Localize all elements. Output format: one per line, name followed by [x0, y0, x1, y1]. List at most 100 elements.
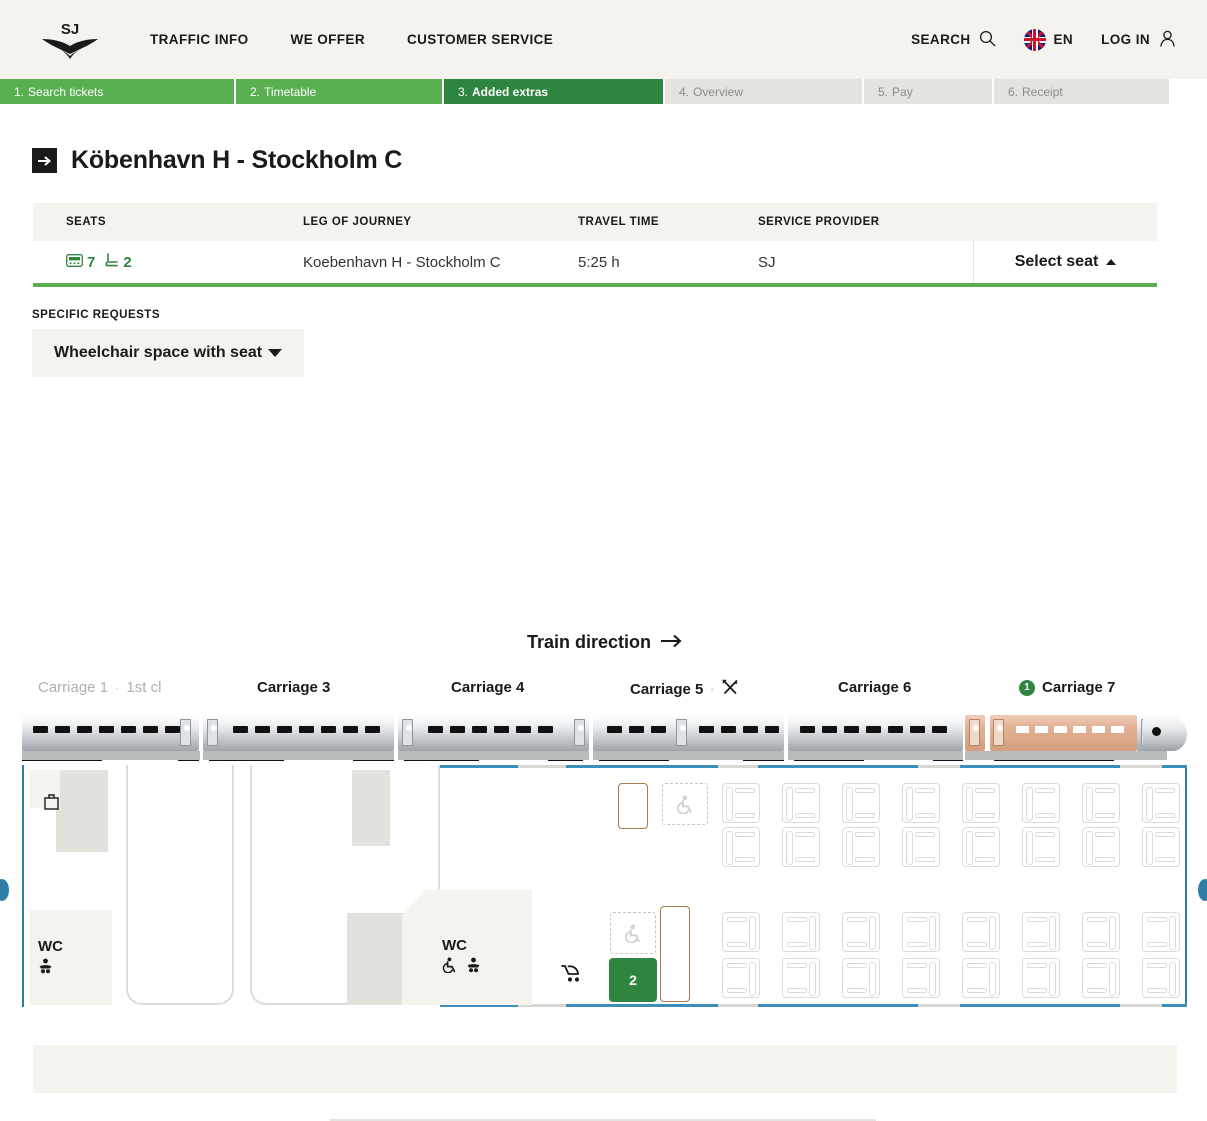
table-lower-1[interactable] [660, 906, 690, 1002]
seat-cell[interactable] [842, 912, 880, 952]
seat-part [1035, 788, 1055, 793]
journey-table: SEATS LEG OF JOURNEY TRAVEL TIME SERVICE… [33, 203, 1157, 287]
seat-part [1035, 857, 1055, 862]
carriage-tab-5[interactable]: Carriage 5 · [630, 679, 739, 700]
decor-part [22, 751, 200, 760]
decor-part [973, 725, 979, 731]
specific-requests-select[interactable]: Wheelchair space with seat [32, 329, 304, 377]
seat-part [915, 813, 935, 818]
train-car-7-entry[interactable] [965, 715, 985, 751]
train-car-7[interactable] [990, 715, 1137, 751]
seat-cell[interactable] [842, 783, 880, 823]
seat-part [967, 988, 987, 993]
select-seat-button[interactable]: Select seat [1015, 253, 1117, 271]
seat-part [1109, 916, 1116, 950]
seat-part [929, 916, 936, 950]
site-header: SJ TRAFFIC INFO WE OFFER CUSTOMER SERVIC… [0, 0, 1207, 79]
seat-cell[interactable] [782, 912, 820, 952]
nav-item-customer-service[interactable]: CUSTOMER SERVICE [407, 32, 553, 47]
carriage-tab-3[interactable]: Carriage 3 [257, 679, 330, 696]
carriage-tab-6[interactable]: Carriage 6 [838, 679, 911, 696]
seatmap-scroll-right[interactable] [1198, 879, 1207, 901]
seat-cell[interactable] [1142, 783, 1180, 823]
login-button[interactable]: LOG IN [1101, 29, 1177, 51]
wheelchair-space-upper[interactable] [662, 783, 708, 825]
nav-item-traffic-info[interactable]: TRAFFIC INFO [150, 32, 249, 47]
seat-cell[interactable] [842, 958, 880, 998]
decor-part [651, 726, 666, 733]
decor-part [1120, 765, 1162, 768]
seat-cell[interactable] [722, 958, 760, 998]
seat-cell[interactable] [902, 912, 940, 952]
decor-part [888, 726, 903, 733]
step-pay[interactable]: 5. Pay [864, 79, 992, 104]
step-added-extras[interactable]: 3. Added extras [444, 79, 663, 104]
seat-part [1147, 917, 1167, 922]
seat-cell[interactable] [1022, 912, 1060, 952]
selected-seat-2[interactable]: 2 [609, 958, 657, 1002]
wheelchair-space-lower[interactable] [610, 912, 656, 954]
main-nav: TRAFFIC INFO WE OFFER CUSTOMER SERVICE [150, 32, 553, 47]
seat-part [735, 813, 755, 818]
seat-cell[interactable] [1082, 783, 1120, 823]
seat-cell[interactable] [1082, 912, 1120, 952]
seat-cell[interactable] [782, 958, 820, 998]
train-direction: Train direction [527, 632, 682, 653]
step-timetable[interactable]: 2. Timetable [236, 79, 442, 104]
step-overview[interactable]: 4. Overview [665, 79, 862, 104]
seat-cell[interactable] [902, 827, 940, 867]
col-header-travel-time: TRAVEL TIME [578, 216, 758, 228]
seat-cell[interactable] [842, 827, 880, 867]
seat-part [1155, 788, 1175, 793]
train-car-4[interactable] [398, 715, 589, 751]
decor-part [721, 726, 736, 733]
seat-cell[interactable] [1082, 958, 1120, 998]
seat-cell[interactable] [722, 912, 760, 952]
step-search-tickets[interactable]: 1. Search tickets [0, 79, 234, 104]
service-provider-cell: SJ [758, 254, 973, 271]
seat-cell[interactable] [1022, 783, 1060, 823]
seat-cell[interactable] [962, 783, 1000, 823]
seat-part [855, 832, 875, 837]
seat-part [1027, 942, 1047, 947]
seat-part [1087, 942, 1107, 947]
train-car-5[interactable] [593, 715, 784, 751]
seat-cell[interactable] [722, 827, 760, 867]
train-car-3[interactable] [203, 715, 394, 751]
seat-cell[interactable] [1022, 958, 1060, 998]
carriage-tab-1[interactable]: Carriage 1 · 1st cl [38, 679, 161, 696]
decor-part [277, 726, 292, 733]
carriage-tab-7[interactable]: 1 Carriage 7 [1019, 679, 1115, 696]
step-receipt[interactable]: 6. Receipt [994, 79, 1169, 104]
sj-logo[interactable]: SJ [40, 18, 100, 62]
seat-cell[interactable] [782, 783, 820, 823]
decor-part [1092, 726, 1105, 733]
seat-cell[interactable] [962, 912, 1000, 952]
decor-part [402, 719, 413, 746]
table-upper-1[interactable] [618, 783, 648, 829]
seat-part [906, 787, 913, 821]
decor-part [203, 751, 394, 760]
train-direction-label: Train direction [527, 632, 651, 653]
seatmap-scroll-left[interactable] [0, 879, 9, 901]
carriage-tab-4[interactable]: Carriage 4 [451, 679, 524, 696]
seat-cell[interactable] [902, 958, 940, 998]
language-switcher[interactable]: EN [1024, 29, 1074, 51]
step-number: 1. [14, 85, 24, 99]
seat-cell[interactable] [1142, 912, 1180, 952]
seat-cell[interactable] [1082, 827, 1120, 867]
seat-cell[interactable] [1142, 958, 1180, 998]
seat-cell[interactable] [962, 827, 1000, 867]
nav-item-we-offer[interactable]: WE OFFER [291, 32, 365, 47]
seat-cell[interactable] [722, 783, 760, 823]
train-car-6[interactable] [788, 715, 963, 751]
seat-part [735, 788, 755, 793]
search-button[interactable]: SEARCH [911, 30, 995, 50]
seat-cell[interactable] [1022, 827, 1060, 867]
seat-part [847, 988, 867, 993]
seat-cell[interactable] [782, 827, 820, 867]
seat-cell[interactable] [1142, 827, 1180, 867]
seat-cell[interactable] [962, 958, 1000, 998]
seat-cell[interactable] [902, 783, 940, 823]
train-car-1[interactable] [22, 715, 199, 751]
